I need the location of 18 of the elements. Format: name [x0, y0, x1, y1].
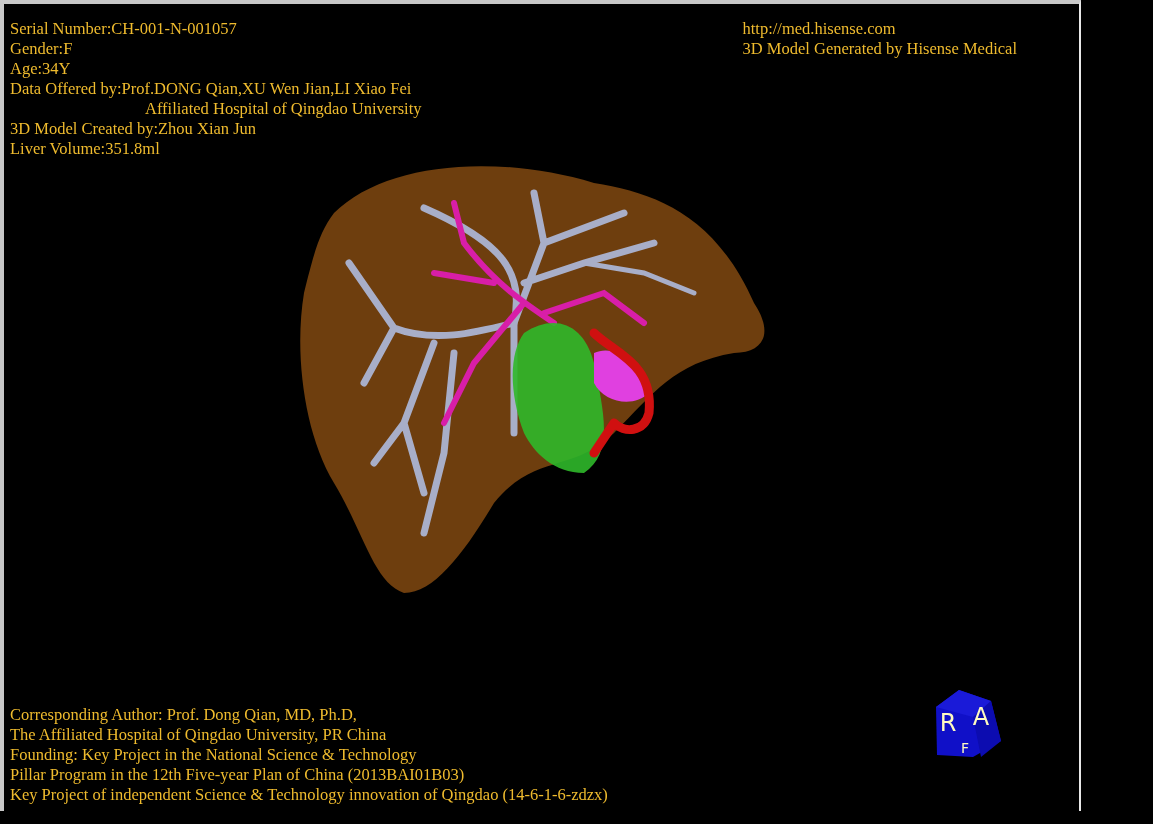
- info-text: Gender:F: [10, 39, 73, 59]
- credit-text: Corresponding Author: Prof. Dong Qian, MD, Ph.D,: [10, 705, 357, 725]
- info-text: 3D Model Generated by Hisense Medical: [742, 39, 1017, 59]
- info-text: Affiliated Hospital of Qingdao University: [144, 99, 422, 119]
- credit-text: Founding: Key Project in the National Science & Technology: [10, 745, 417, 765]
- info-text: Age:34Y: [10, 59, 71, 79]
- credit-text: The Affiliated Hospital of Qingdao University, PR China: [10, 725, 387, 745]
- info-text: Data Offered by:Prof.DONG Qian,XU Wen Jian,LI Xiao Fei: [10, 79, 412, 99]
- info-text: 3D Model Created by:Zhou Xian Jun: [10, 119, 257, 139]
- credit-text: Key Project of independent Science & Technology innovation of Qingdao (14-6-1-6-zdzx): [10, 785, 608, 805]
- orientation-cube[interactable]: [936, 690, 1001, 757]
- credit-text: Pillar Program in the 12th Five-year Plan of China (2013BAI01B03): [10, 765, 465, 785]
- cube-face-label: A: [972, 703, 990, 731]
- cube-face-label: R: [939, 709, 957, 737]
- info-text: Liver Volume:351.8ml: [10, 139, 160, 159]
- info-text: http://med.hisense.com: [742, 19, 896, 39]
- info-text: Serial Number:CH-001-N-001057: [10, 19, 237, 39]
- cube-face-label: F: [960, 740, 970, 756]
